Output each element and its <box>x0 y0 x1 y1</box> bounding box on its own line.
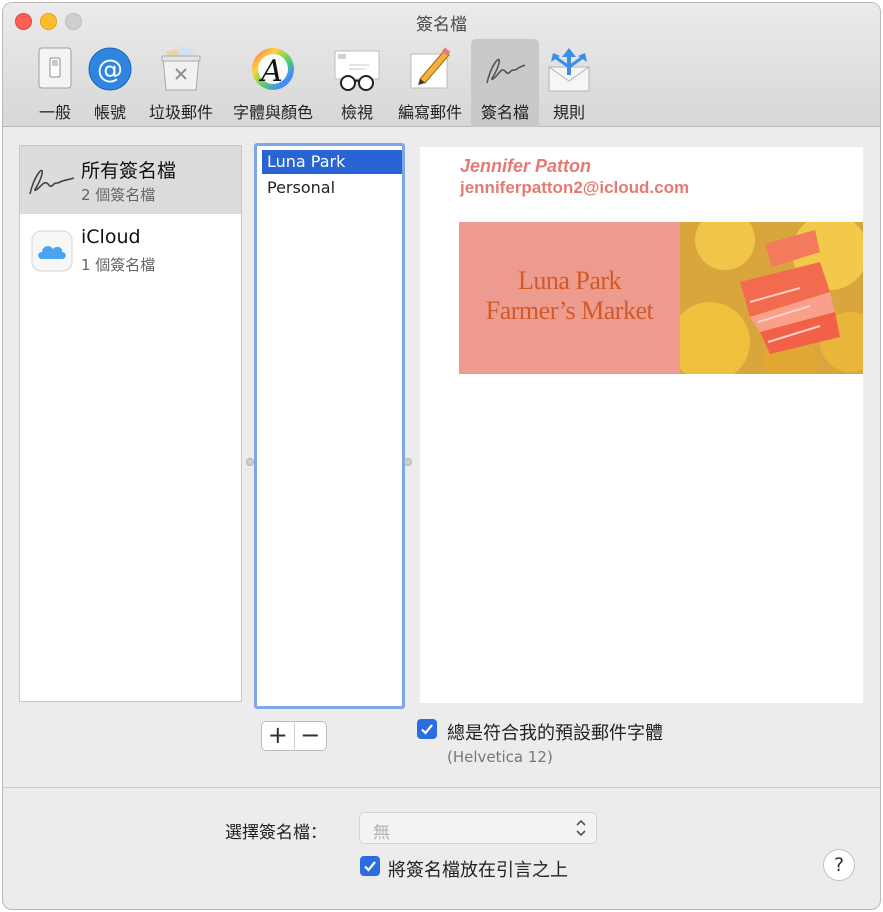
title-bar: 簽名檔 一般 @ 帳號 垃圾郵件 A 字體與顏色 檢視 編寫郵件 簽名檔 規則 <box>3 3 880 127</box>
chevron-up-down-icon <box>574 817 588 839</box>
account-signature-count: 2 個簽名檔 <box>81 186 156 204</box>
grapefruit-photo <box>670 222 863 374</box>
preferences-window: 簽名檔 一般 @ 帳號 垃圾郵件 A 字體與顏色 檢視 編寫郵件 簽名檔 規則 … <box>2 2 881 910</box>
toolbar-rules[interactable]: 規則 <box>543 39 595 127</box>
signature-banner-image: Luna Park Farmer’s Market <box>459 222 863 374</box>
rules-envelope-icon <box>545 45 593 93</box>
signature-preview[interactable]: Jennifer Patton jenniferpatton2@icloud.c… <box>420 147 863 703</box>
signature-icon <box>26 160 78 202</box>
signatures-list: Luna Park Personal <box>254 143 405 709</box>
match-font-checkbox[interactable] <box>417 719 437 739</box>
icloud-icon <box>26 230 78 272</box>
preview-email: jenniferpatton2@icloud.com <box>460 178 690 197</box>
preview-name: Jennifer Patton <box>460 156 592 176</box>
junk-trash-icon <box>157 45 205 93</box>
fonts-colors-icon: A <box>249 45 297 93</box>
add-signature-button[interactable]: + <box>262 722 295 750</box>
glasses-envelope-icon <box>333 45 381 93</box>
remove-signature-button[interactable]: − <box>295 722 327 750</box>
accounts-splitter-handle[interactable] <box>246 458 254 466</box>
toolbar-junk-label: 垃圾郵件 <box>148 103 213 122</box>
toolbar-general-label: 一般 <box>38 103 71 122</box>
toolbar-composing-label: 編寫郵件 <box>397 103 462 122</box>
above-quote-checkbox[interactable] <box>360 856 380 876</box>
at-sign-icon: @ <box>86 45 134 93</box>
match-font-label: 總是符合我的預設郵件字體 <box>447 723 663 744</box>
toolbar-accounts[interactable]: @ 帳號 <box>85 39 135 127</box>
account-name: 所有簽名檔 <box>81 160 177 182</box>
pencil-paper-icon <box>406 45 454 93</box>
choose-signature-label: 選擇簽名檔： <box>225 823 327 843</box>
choose-signature-select[interactable]: 無 <box>359 812 597 844</box>
account-all-signatures[interactable]: 所有簽名檔 2 個簽名檔 <box>20 146 241 214</box>
checkmark-icon <box>364 861 376 872</box>
toolbar-junk-mail[interactable]: 垃圾郵件 <box>145 39 217 127</box>
signature-icon <box>481 45 529 93</box>
toolbar-composing[interactable]: 編寫郵件 <box>393 39 467 127</box>
choose-signature-value: 無 <box>373 823 390 843</box>
banner-logo-text: Luna Park Farmer’s Market <box>459 266 680 326</box>
accounts-list: 所有簽名檔 2 個簽名檔 iCloud 1 個簽名檔 <box>19 145 242 702</box>
toolbar-general[interactable]: 一般 <box>29 39 81 127</box>
window-title: 簽名檔 <box>416 15 467 35</box>
signature-item[interactable]: Luna Park <box>262 150 402 174</box>
account-icloud[interactable]: iCloud 1 個簽名檔 <box>20 216 241 284</box>
svg-text:@: @ <box>97 55 123 85</box>
above-quote-label: 將簽名檔放在引言之上 <box>388 860 568 881</box>
toolbar-fonts-label: 字體與顏色 <box>232 103 313 122</box>
account-name: iCloud <box>81 226 141 248</box>
switch-icon <box>31 45 79 93</box>
toolbar-accounts-label: 帳號 <box>93 103 126 122</box>
signatures-splitter-handle[interactable] <box>404 458 412 466</box>
svg-text:A: A <box>258 54 283 89</box>
checkmark-icon <box>421 724 433 735</box>
banner-line-1: Luna Park <box>517 266 622 295</box>
banner-text-panel: Luna Park Farmer’s Market <box>459 222 680 374</box>
toolbar-viewing-label: 檢視 <box>340 103 373 122</box>
signature-item[interactable]: Personal <box>262 176 402 200</box>
toolbar-viewing[interactable]: 檢視 <box>331 39 383 127</box>
account-signature-count: 1 個簽名檔 <box>81 256 156 274</box>
banner-line-2: Farmer’s Market <box>485 296 654 325</box>
help-button[interactable]: ? <box>823 849 855 881</box>
section-divider <box>3 787 880 788</box>
toolbar-signatures-label: 簽名檔 <box>480 103 529 122</box>
font-hint: (Helvetica 12) <box>447 748 553 766</box>
add-remove-control: + − <box>261 721 327 751</box>
toolbar-fonts-colors[interactable]: A 字體與顏色 <box>227 39 319 127</box>
toolbar-rules-label: 規則 <box>552 103 585 122</box>
toolbar-signatures[interactable]: 簽名檔 <box>471 39 539 127</box>
